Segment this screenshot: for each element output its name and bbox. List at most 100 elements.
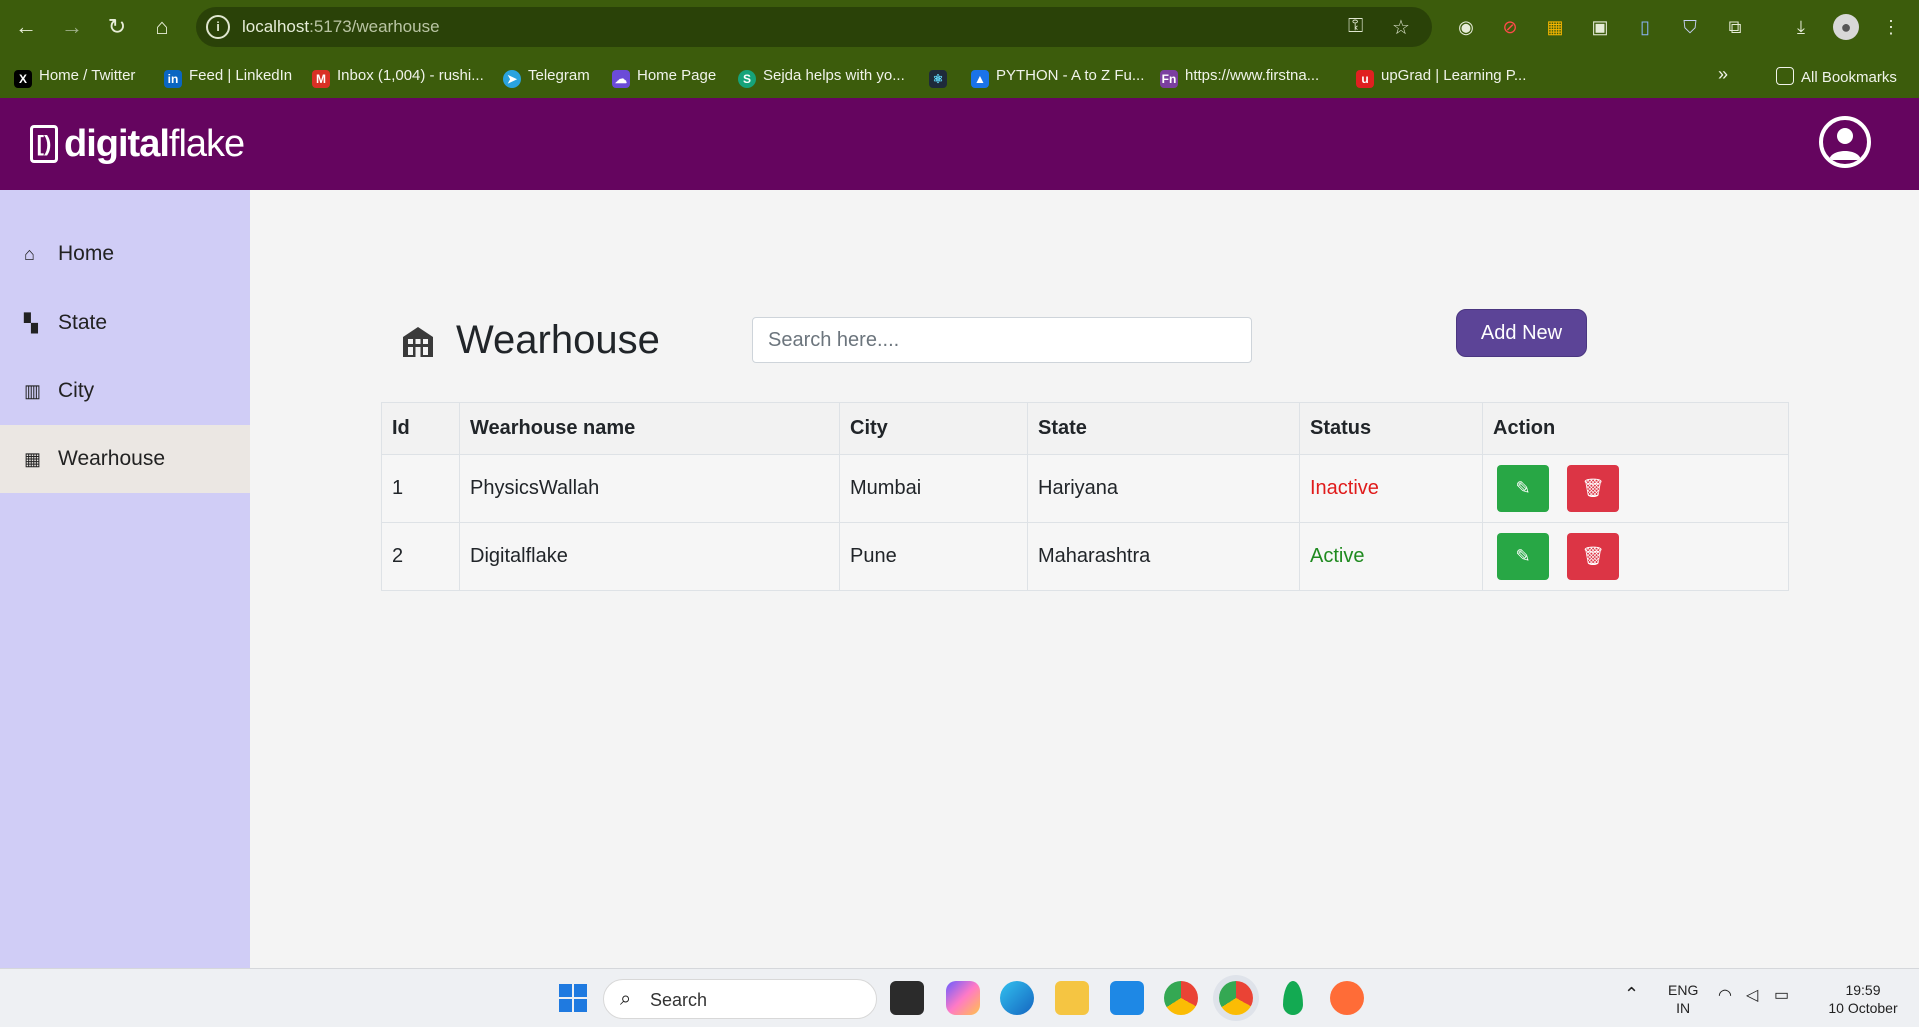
- password-key-icon[interactable]: ⚿: [1348, 15, 1363, 38]
- edit-button[interactable]: ✎: [1497, 465, 1549, 512]
- delete-button[interactable]: 🗑: [1567, 533, 1619, 580]
- telegram-icon: ➤: [503, 70, 521, 88]
- task-view-icon[interactable]: [890, 981, 924, 1015]
- column-header-name[interactable]: Wearhouse name: [459, 402, 840, 455]
- edit-button[interactable]: ✎: [1497, 533, 1549, 580]
- bookmark-label: PYTHON - A to Z Fu...: [996, 67, 1145, 84]
- sidebar-item-label: City: [58, 379, 95, 402]
- site-info-icon[interactable]: i: [206, 15, 230, 39]
- sidebar-item-state[interactable]: ▚ State: [0, 289, 250, 357]
- google-drive-icon: ▲: [971, 70, 989, 88]
- bookmark-item[interactable]: ▲ PYTHON - A to Z Fu...: [971, 67, 1144, 88]
- browser-menu-icon[interactable]: ⋮: [1878, 14, 1904, 40]
- reload-icon[interactable]: ↻: [101, 11, 133, 43]
- battery-icon[interactable]: ▭: [1774, 987, 1789, 1005]
- column-header-action: Action: [1482, 402, 1789, 455]
- column-header-state[interactable]: State: [1027, 402, 1300, 455]
- mongodb-icon[interactable]: [1283, 981, 1303, 1015]
- search-input[interactable]: [752, 317, 1252, 363]
- vscode-icon[interactable]: [1110, 981, 1144, 1015]
- gmail-icon: M: [312, 70, 330, 88]
- language-top: ENG: [1668, 982, 1699, 998]
- cell-actions: ✎ 🗑: [1482, 522, 1789, 591]
- map-icon: ▚: [24, 312, 38, 333]
- extension-color-icon[interactable]: ▦: [1542, 14, 1568, 40]
- cell-state: Maharashtra: [1027, 522, 1300, 591]
- bookmark-item[interactable]: M Inbox (1,004) - rushi...: [312, 67, 484, 88]
- browser-profile-avatar[interactable]: ●: [1833, 14, 1859, 40]
- sidebar-item-home[interactable]: ⌂ Home: [0, 220, 250, 288]
- language-indicator[interactable]: ENG IN: [1668, 981, 1698, 1017]
- column-header-city[interactable]: City: [839, 402, 1028, 455]
- copilot-icon[interactable]: [946, 981, 980, 1015]
- sidebar-item-wearhouse[interactable]: ▦ Wearhouse: [0, 425, 250, 493]
- upgrad-icon: u: [1356, 70, 1374, 88]
- bookmark-item[interactable]: Fn https://www.firstna...: [1160, 67, 1319, 88]
- delete-button[interactable]: 🗑: [1567, 465, 1619, 512]
- tray-overflow-icon[interactable]: ⌃: [1624, 985, 1639, 1003]
- chrome-icon[interactable]: [1164, 981, 1198, 1015]
- logo-text: digitalflake: [64, 123, 245, 166]
- extension-blocker-icon[interactable]: ⊘: [1497, 14, 1523, 40]
- home-icon: ⌂: [24, 243, 35, 264]
- bookmark-label: https://www.firstna...: [1185, 67, 1320, 84]
- clock[interactable]: 19:59 10 October: [1820, 981, 1906, 1017]
- chrome-profile-icon[interactable]: [1219, 981, 1253, 1015]
- column-header-id[interactable]: Id: [381, 402, 460, 455]
- taskbar-search[interactable]: ⌕ Search: [603, 979, 877, 1019]
- cell-city: Pune: [839, 522, 1028, 591]
- wifi-icon[interactable]: ◠: [1718, 987, 1732, 1005]
- app-header: [) digitalflake: [0, 98, 1919, 190]
- download-icon[interactable]: ⤓: [1788, 14, 1814, 40]
- extension-doc-icon[interactable]: ▯: [1632, 14, 1658, 40]
- cloud-icon: ☁: [612, 70, 630, 88]
- browser-toolbar: ← → ↻ ⌂ i localhost:5173/wearhouse ⚿ ☆ ◉…: [0, 0, 1919, 54]
- url-text[interactable]: localhost:5173/wearhouse: [242, 17, 440, 37]
- table-row: 1 PhysicsWallah Mumbai Hariyana Inactive…: [381, 454, 1789, 523]
- extension-window-icon[interactable]: ▣: [1587, 14, 1613, 40]
- bookmark-label: Sejda helps with yo...: [763, 67, 905, 84]
- home-browser-icon[interactable]: ⌂: [146, 11, 178, 43]
- address-bar[interactable]: i localhost:5173/wearhouse ⚿ ☆: [196, 7, 1432, 47]
- search-icon: ⌕: [620, 988, 632, 1010]
- extension-shield-icon[interactable]: ⛉: [1677, 14, 1703, 40]
- forward-icon[interactable]: →: [56, 11, 88, 43]
- edge-icon[interactable]: [1000, 981, 1034, 1015]
- cell-state: Hariyana: [1027, 454, 1300, 523]
- bookmark-star-icon[interactable]: ☆: [1392, 15, 1410, 40]
- windows-logo-icon: [559, 984, 587, 1012]
- sidebar-item-label: Home: [58, 242, 115, 265]
- sidebar-item-city[interactable]: ▥ City: [0, 357, 250, 425]
- digitalflake-logo[interactable]: [) digitalflake: [30, 122, 245, 166]
- windows-start-icon[interactable]: [556, 981, 590, 1015]
- cell-id: 2: [381, 522, 460, 591]
- file-explorer-icon[interactable]: [1055, 981, 1089, 1015]
- extensions-puzzle-icon[interactable]: ⧉: [1722, 14, 1748, 40]
- column-header-status[interactable]: Status: [1299, 402, 1483, 455]
- warehouse-icon: [403, 326, 433, 357]
- postman-icon[interactable]: [1330, 981, 1364, 1015]
- user-profile-icon[interactable]: [1819, 116, 1871, 168]
- bookmark-item[interactable]: X Home / Twitter: [14, 67, 135, 88]
- sejda-icon: S: [738, 70, 756, 88]
- table-row: 2 Digitalflake Pune Maharashtra Active ✎…: [381, 522, 1789, 591]
- all-bookmarks-button[interactable]: All Bookmarks: [1776, 67, 1897, 86]
- city-icon: ▥: [24, 380, 42, 401]
- page-heading: Wearhouse: [400, 318, 660, 363]
- add-new-button[interactable]: Add New: [1456, 309, 1587, 357]
- more-bookmarks-icon[interactable]: »: [1718, 64, 1728, 85]
- bookmark-item[interactable]: in Feed | LinkedIn: [164, 67, 292, 88]
- clock-date: 10 October: [1828, 1000, 1898, 1016]
- bookmark-label: Feed | LinkedIn: [189, 67, 293, 84]
- volume-icon[interactable]: ◁: [1746, 987, 1758, 1005]
- back-icon[interactable]: ←: [10, 11, 42, 43]
- sidebar-item-label: State: [58, 311, 108, 334]
- bookmark-item[interactable]: ➤ Telegram: [503, 67, 590, 88]
- bookmark-item[interactable]: ☁ Home Page: [612, 67, 716, 88]
- react-icon: ⚛: [929, 70, 947, 88]
- bookmark-item[interactable]: S Sejda helps with yo...: [738, 67, 905, 88]
- bookmark-item[interactable]: u upGrad | Learning P...: [1356, 67, 1526, 88]
- bookmark-react-icon[interactable]: ⚛: [929, 67, 954, 88]
- extension-icon-1[interactable]: ◉: [1453, 14, 1479, 40]
- warehouse-icon: ▦: [24, 448, 42, 469]
